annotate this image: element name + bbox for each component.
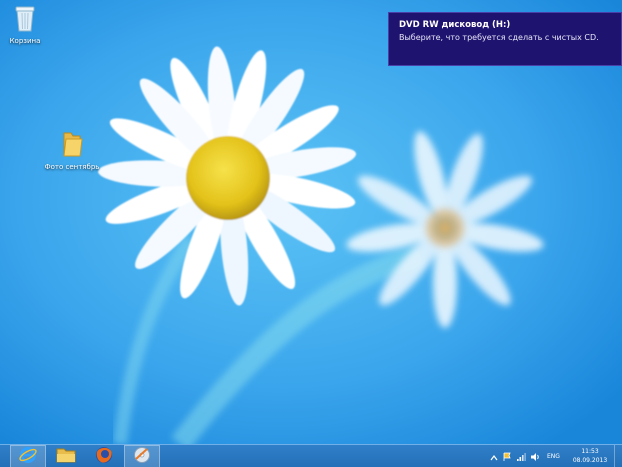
taskbar-button-disc-burner[interactable]	[124, 445, 160, 467]
notification-body: Выберите, что требуется сделать с чистых…	[399, 33, 599, 42]
show-desktop-button[interactable]	[614, 445, 622, 467]
system-tray	[488, 445, 542, 467]
desktop-icon-recycle-bin[interactable]: Корзина	[0, 4, 53, 46]
folder-icon	[56, 447, 76, 467]
ie-icon	[19, 446, 37, 467]
desktop-icon-label: Корзина	[9, 37, 41, 45]
taskbar-button-firefox[interactable]	[86, 445, 122, 467]
taskbar-button-internet-explorer[interactable]	[10, 445, 46, 467]
action-center-flag-icon[interactable]	[500, 447, 514, 466]
show-hidden-icons-icon[interactable]	[488, 447, 500, 466]
notification-title: DVD RW дисковод (H:)	[399, 20, 511, 30]
clock-time: 11:53	[581, 448, 599, 455]
recycle-bin-icon	[0, 4, 53, 35]
language-indicator[interactable]: ENG	[547, 445, 560, 467]
autoplay-notification[interactable]: DVD RW дисковод (H:) Выберите, что требу…	[388, 12, 622, 66]
wallpaper	[0, 0, 622, 444]
firefox-icon	[95, 446, 113, 467]
taskbar-button-file-explorer[interactable]	[48, 445, 84, 467]
clock-date: 08.09.2013	[572, 457, 608, 464]
desktop-icon-label: Фото сентябрь	[44, 163, 100, 171]
folder-icon	[44, 130, 100, 161]
desktop-icon-folder[interactable]: Фото сентябрь	[44, 130, 100, 172]
clock[interactable]: 11:53 08.09.2013	[570, 447, 610, 465]
disc-icon	[133, 446, 151, 467]
taskbar: ENG 11:53 08.09.2013	[0, 444, 622, 467]
language-label: ENG	[547, 453, 560, 460]
network-signal-icon[interactable]	[514, 447, 528, 466]
volume-speaker-icon[interactable]	[528, 447, 542, 466]
